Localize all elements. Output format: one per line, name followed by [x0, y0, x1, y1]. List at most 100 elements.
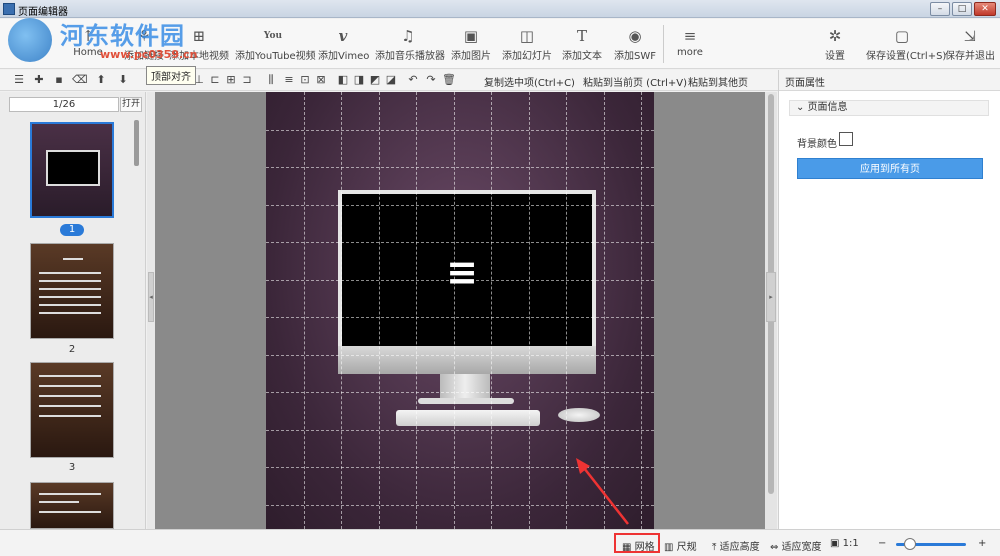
actual-size-button[interactable]: ▣ 1:1 — [830, 538, 859, 549]
exit-icon: ⇲ — [963, 27, 977, 45]
apply-to-all-pages-button[interactable]: 应用到所有页 — [797, 158, 983, 179]
more-icon: ≡ — [683, 27, 697, 45]
add-vimeo-button[interactable]: v 添加Vimeo — [318, 19, 369, 69]
save-settings-button[interactable]: ▢ 保存设置(Ctrl+S) — [866, 19, 946, 69]
grid-highlight-box — [614, 533, 660, 553]
save-icon: ▢ — [894, 27, 910, 45]
grid-line-horizontal — [266, 167, 654, 168]
bring-forward-icon[interactable]: ◩ — [368, 73, 382, 87]
page-thumbnail-4[interactable] — [30, 482, 114, 529]
add-slideshow-button[interactable]: ◫ 添加幻灯片 — [502, 19, 552, 69]
redo-icon[interactable]: ↷ — [424, 73, 438, 87]
page-info-section[interactable]: ⌄ 页面信息 — [789, 100, 989, 116]
fit-width-button[interactable]: ⇔ 适应宽度 — [770, 538, 822, 553]
paste-other-pages-button[interactable]: 粘贴到其他页 — [688, 74, 748, 89]
canvas-area: ≡ — [155, 92, 765, 529]
zoom-out-button[interactable]: − — [878, 538, 886, 549]
align-center-icon[interactable]: ⊞ — [224, 73, 238, 87]
left-splitter[interactable]: ◂ — [147, 92, 155, 529]
add-text-button[interactable]: T 添加文本 — [560, 19, 604, 69]
gear-icon: ✲ — [828, 27, 842, 45]
trash-icon[interactable]: 🗑 — [442, 73, 456, 87]
distribute-v-icon[interactable]: ≡ — [282, 73, 296, 87]
delete-page-icon[interactable]: ⌫ — [72, 73, 88, 87]
fit-height-button[interactable]: ⤒ 适应高度 — [712, 538, 760, 553]
page-list-scrollbar[interactable] — [134, 120, 139, 166]
watermark-url: www.pc0359.cn — [100, 48, 198, 61]
ruler-toggle[interactable]: ▥ 尺规 — [664, 538, 697, 553]
page-number-2: 2 — [68, 344, 76, 355]
align-left-icon[interactable]: ⊏ — [208, 73, 222, 87]
same-width-icon[interactable]: ⊡ — [298, 73, 312, 87]
add-page-icon[interactable]: ✚ — [32, 73, 46, 87]
add-image-button[interactable]: ▣ 添加图片 — [450, 19, 492, 69]
undo-icon[interactable]: ↶ — [406, 73, 420, 87]
maximize-button[interactable]: □ — [952, 2, 972, 16]
distribute-h-icon[interactable]: ⫼ — [264, 73, 278, 87]
grid-line-horizontal — [266, 467, 654, 468]
zoom-in-button[interactable]: + — [978, 538, 986, 549]
canvas-scrollbar[interactable]: ▸ — [765, 92, 777, 529]
same-height-icon[interactable]: ⊠ — [314, 73, 328, 87]
grid-line-horizontal — [266, 505, 654, 506]
collapse-left-handle[interactable]: ◂ — [148, 272, 154, 322]
send-backward-icon[interactable]: ◪ — [384, 73, 398, 87]
send-back-icon[interactable]: ◨ — [352, 73, 366, 87]
music-icon: ♫ — [401, 27, 415, 45]
page-thumbnail-3[interactable] — [30, 362, 114, 458]
actual-size-icon: ▣ — [830, 538, 843, 549]
page-number-1: 1 — [60, 224, 84, 236]
properties-panel: 页面属性 ⌄ 页面信息 背景颜色 应用到所有页 — [778, 70, 1000, 529]
properties-header: 页面属性 — [779, 70, 1000, 91]
fit-height-icon: ⤒ — [712, 542, 720, 553]
grid-line-horizontal — [266, 280, 654, 281]
mouse-image — [558, 408, 600, 422]
grid-line-vertical — [491, 92, 492, 529]
minimize-button[interactable]: – — [930, 2, 950, 16]
zoom-slider-handle[interactable] — [904, 538, 916, 550]
ruler-icon: ▥ — [664, 542, 677, 553]
chevron-down-icon: ⌄ — [796, 102, 808, 113]
more-button[interactable]: ≡ more — [674, 19, 706, 69]
collapse-right-handle[interactable]: ▸ — [766, 272, 776, 322]
close-button[interactable]: ✕ — [974, 2, 996, 16]
save-and-exit-button[interactable]: ⇲ 保存并退出 — [944, 19, 996, 69]
bring-front-icon[interactable]: ◧ — [336, 73, 350, 87]
move-up-icon[interactable]: ⬆ — [94, 73, 108, 87]
add-youtube-button[interactable]: You 添加YouTube视频 — [235, 19, 316, 69]
grid-line-vertical — [566, 92, 567, 529]
paste-current-page-button[interactable]: 粘贴到当前页 (Ctrl+V) — [583, 74, 687, 89]
page-number-3: 3 — [68, 462, 76, 473]
grid-line-horizontal — [266, 355, 654, 356]
image-icon: ▣ — [463, 27, 479, 45]
move-down-icon[interactable]: ⬇ — [116, 73, 130, 87]
grid-line-vertical — [641, 92, 642, 529]
grid-line-horizontal — [266, 130, 654, 131]
grid-line-vertical — [341, 92, 342, 529]
grid-line-vertical — [529, 92, 530, 529]
page-counter-input[interactable]: 1/26 — [9, 97, 119, 112]
add-swf-button[interactable]: ◉ 添加SWF — [612, 19, 658, 69]
logo-graphic: ≡ — [446, 250, 478, 294]
add-music-player-button[interactable]: ♫ 添加音乐播放器 — [375, 19, 445, 69]
grid-line-vertical — [604, 92, 605, 529]
page-thumbnail-1[interactable] — [30, 122, 114, 218]
open-page-button[interactable]: 打开 — [120, 97, 142, 112]
grid-line-horizontal — [266, 205, 654, 206]
grid-line-vertical — [454, 92, 455, 529]
watermark-text: 河东软件园 — [60, 21, 185, 50]
vimeo-icon: v — [338, 27, 348, 45]
background-color-swatch[interactable] — [839, 132, 853, 146]
align-right-icon[interactable]: ⊐ — [240, 73, 254, 87]
settings-button[interactable]: ✲ 设置 — [820, 19, 850, 69]
monitor-base-image — [418, 398, 514, 404]
slideshow-icon: ◫ — [519, 27, 535, 45]
watermark: 河东软件园 www.pc0359.cn — [0, 14, 200, 64]
page-canvas[interactable]: ≡ — [266, 92, 654, 529]
list-icon[interactable]: ☰ — [12, 73, 26, 87]
align-top-tooltip: 顶部对齐 — [146, 66, 196, 85]
copy-selection-button[interactable]: 复制选中项(Ctrl+C) — [484, 74, 575, 89]
insert-page-icon[interactable]: ▪ — [52, 73, 66, 87]
page-thumbnail-2[interactable] — [30, 243, 114, 339]
grid-line-horizontal — [266, 242, 654, 243]
